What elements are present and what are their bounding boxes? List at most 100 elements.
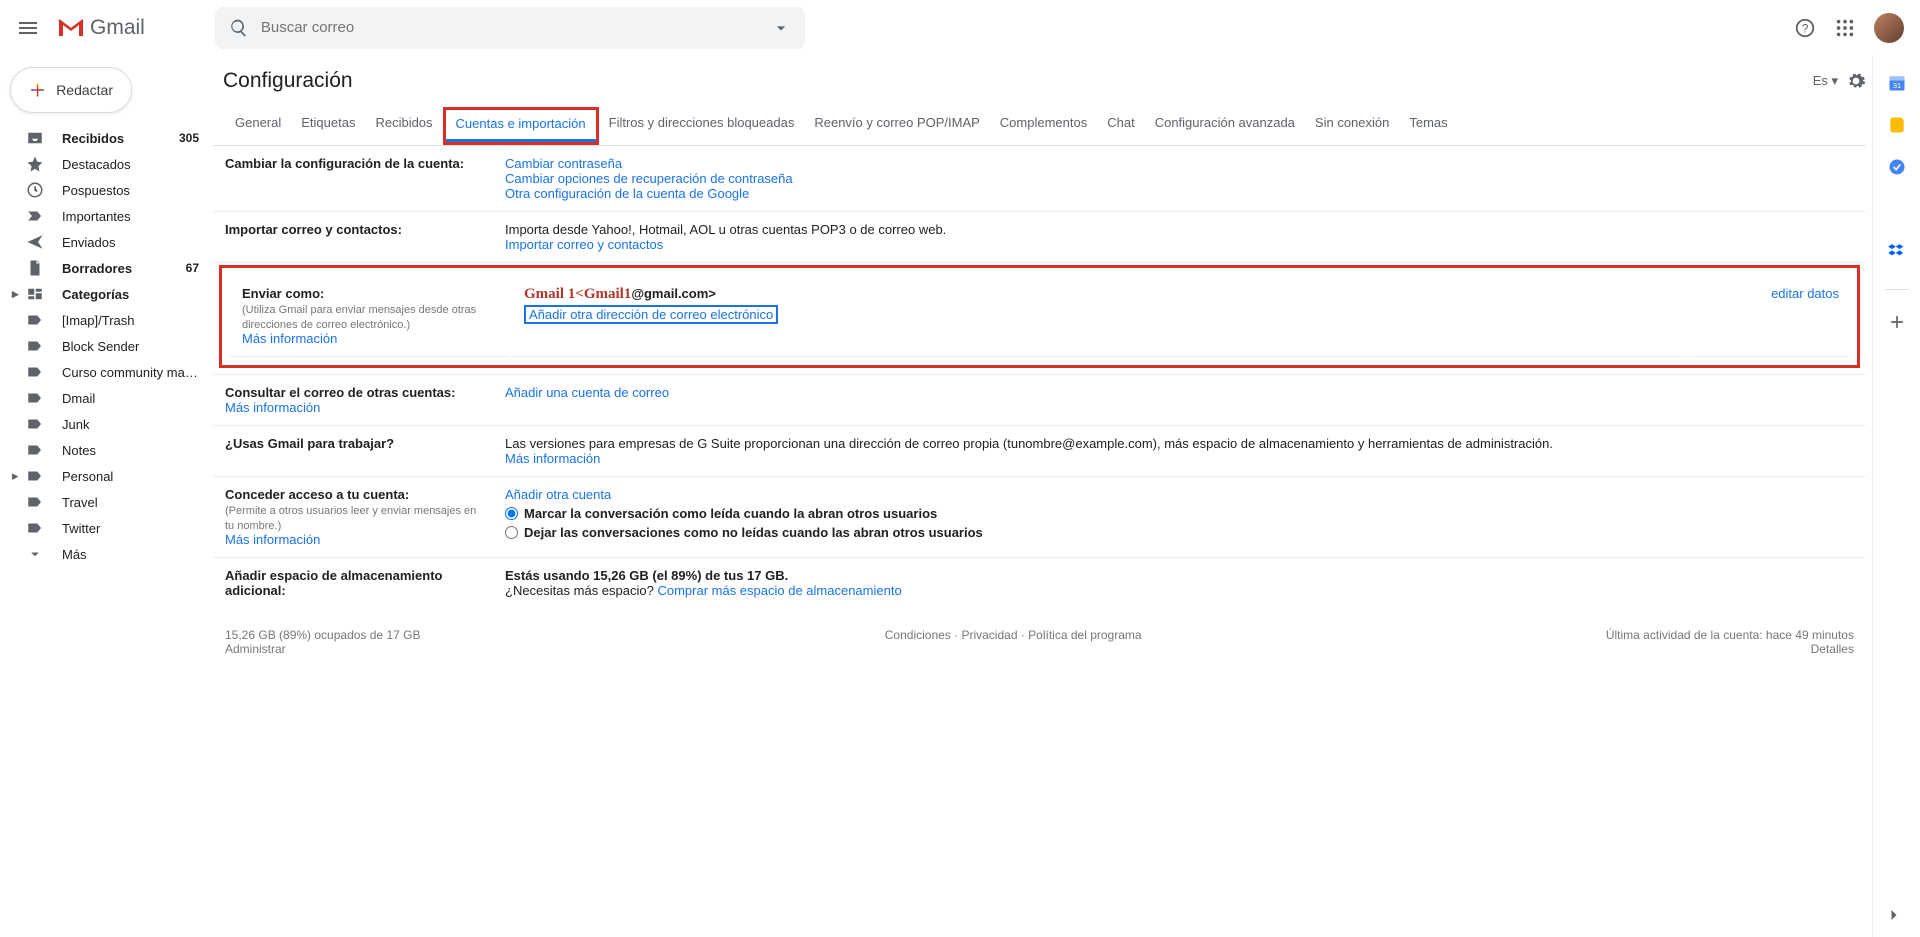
user-avatar[interactable] [1874, 13, 1904, 43]
sidebar-item-11[interactable]: ▸Junk [0, 411, 213, 437]
import-mail-link[interactable]: Importar correo y contactos [505, 237, 663, 252]
import-desc: Importa desde Yahoo!, Hotmail, AOL u otr… [505, 222, 946, 237]
compose-button[interactable]: Redactar [10, 67, 132, 113]
send-as-email-domain: @gmail.com> [631, 286, 716, 301]
sidebar-item-9[interactable]: ▸Curso community mana... [0, 359, 213, 385]
section-grant-title: Conceder acceso a tu cuenta: [225, 487, 409, 502]
sent-icon [26, 233, 44, 251]
add-another-address-link[interactable]: Añadir otra dirección de correo electrón… [524, 305, 778, 324]
tab-filtros-y-direcciones-bloqueadas[interactable]: Filtros y direcciones bloqueadas [599, 107, 805, 145]
label-icon [26, 311, 44, 329]
dropbox-icon[interactable] [1887, 241, 1907, 261]
add-addon-icon[interactable] [1887, 312, 1907, 332]
search-input[interactable] [261, 19, 771, 36]
footer-privacy-link[interactable]: Privacidad [961, 628, 1017, 642]
sidebar-item-13[interactable]: ▸Personal [0, 463, 213, 489]
tab-etiquetas[interactable]: Etiquetas [291, 107, 365, 145]
svg-text:31: 31 [1892, 81, 1900, 90]
menu-icon[interactable] [16, 16, 40, 40]
apps-grid-icon[interactable] [1834, 17, 1856, 39]
gmail-m-icon [58, 18, 84, 38]
gmail-logo[interactable]: Gmail [58, 16, 145, 40]
header: Gmail ? [0, 0, 1920, 55]
tasks-icon[interactable] [1887, 157, 1907, 177]
sidebar-item-label: Destacados [62, 157, 199, 172]
sidebar-item-10[interactable]: ▸Dmail [0, 385, 213, 411]
label-icon [26, 363, 44, 381]
send-as-email-local: Gmail1 [584, 286, 632, 302]
tab-reenv-o-y-correo-pop-imap[interactable]: Reenvío y correo POP/IMAP [804, 107, 989, 145]
gear-icon[interactable] [1846, 71, 1866, 91]
keep-icon[interactable] [1887, 115, 1907, 135]
sidebar-item-1[interactable]: ▸Destacados [0, 151, 213, 177]
grant-radio-read[interactable] [505, 507, 518, 520]
sidebar-item-6[interactable]: ▸Categorías [0, 281, 213, 307]
chevron-right-icon[interactable] [1884, 905, 1904, 925]
sidebar-item-label: Travel [62, 495, 199, 510]
search-options-icon[interactable] [771, 18, 791, 38]
sidebar-item-12[interactable]: ▸Notes [0, 437, 213, 463]
other-google-settings-link[interactable]: Otra configuración de la cuenta de Googl… [505, 186, 749, 201]
sidebar-item-label: Block Sender [62, 339, 199, 354]
calendar-icon[interactable]: 31 [1887, 73, 1907, 93]
gsuite-desc: Las versiones para empresas de G Suite p… [505, 436, 1553, 451]
sidebar-item-16[interactable]: ▸Más [0, 541, 213, 567]
tab-complementos[interactable]: Complementos [990, 107, 1097, 145]
label-icon [26, 493, 44, 511]
edit-send-as-link[interactable]: editar datos [1771, 286, 1839, 301]
footer-details-link[interactable]: Detalles [1811, 642, 1854, 656]
sidebar-item-7[interactable]: ▸[Imap]/Trash [0, 307, 213, 333]
search-bar[interactable] [215, 7, 805, 49]
sidebar-item-label: Pospuestos [62, 183, 199, 198]
tab-recibidos[interactable]: Recibidos [365, 107, 442, 145]
sidebar-item-3[interactable]: ▸Importantes [0, 203, 213, 229]
side-panel: 31 [1872, 55, 1920, 937]
sidebar-item-4[interactable]: ▸Enviados [0, 229, 213, 255]
help-icon[interactable]: ? [1794, 17, 1816, 39]
check-other-more-link[interactable]: Más información [225, 400, 320, 415]
buy-storage-link[interactable]: Comprar más espacio de almacenamiento [657, 583, 901, 598]
tab-configuraci-n-avanzada[interactable]: Configuración avanzada [1145, 107, 1305, 145]
sidebar-item-15[interactable]: ▸Twitter [0, 515, 213, 541]
grant-radio-read-label: Marcar la conversación como leída cuando… [524, 506, 937, 521]
label-icon [26, 467, 44, 485]
add-mail-account-link[interactable]: Añadir una cuenta de correo [505, 385, 669, 400]
tab-chat[interactable]: Chat [1097, 107, 1144, 145]
sidebar-item-count: 305 [179, 131, 199, 145]
label-icon [26, 519, 44, 537]
tab-cuentas-e-importaci-n[interactable]: Cuentas e importación [443, 107, 599, 145]
grant-radio-unread[interactable] [505, 526, 518, 539]
grant-radio-unread-label: Dejar las conversaciones como no leídas … [524, 525, 983, 540]
tab-general[interactable]: General [225, 107, 291, 145]
tab-temas[interactable]: Temas [1399, 107, 1457, 145]
sidebar-item-14[interactable]: ▸Travel [0, 489, 213, 515]
plus-icon [29, 79, 46, 101]
star-icon [26, 155, 44, 173]
grant-add-account-link[interactable]: Añadir otra cuenta [505, 487, 611, 502]
footer-terms-link[interactable]: Condiciones [885, 628, 951, 642]
section-storage-title: Añadir espacio de almacenamiento adicion… [225, 568, 442, 598]
label-icon [26, 415, 44, 433]
send-as-more-link[interactable]: Más información [242, 331, 337, 346]
sidebar-item-label: Categorías [62, 287, 199, 302]
footer-policy-link[interactable]: Política del programa [1028, 628, 1141, 642]
change-recovery-link[interactable]: Cambiar opciones de recuperación de cont… [505, 171, 793, 186]
gsuite-more-link[interactable]: Más información [505, 451, 600, 466]
section-send-as-title: Enviar como: [242, 286, 324, 301]
sidebar-item-2[interactable]: ▸Pospuestos [0, 177, 213, 203]
sidebar-item-8[interactable]: ▸Block Sender [0, 333, 213, 359]
sidebar-item-5[interactable]: ▸Borradores67 [0, 255, 213, 281]
grant-more-link[interactable]: Más información [225, 532, 320, 547]
search-icon[interactable] [229, 18, 249, 38]
lang-selector[interactable]: Es ▾ [1813, 73, 1838, 89]
change-password-link[interactable]: Cambiar contraseña [505, 156, 622, 171]
tab-sin-conexi-n[interactable]: Sin conexión [1305, 107, 1399, 145]
sidebar-item-0[interactable]: ▸Recibidos305 [0, 125, 213, 151]
draft-icon [26, 259, 44, 277]
footer-manage-link[interactable]: Administrar [225, 642, 286, 656]
sidebar-item-label: Twitter [62, 521, 199, 536]
gmail-text: Gmail [90, 16, 145, 40]
footer-activity: Última actividad de la cuenta: hace 49 m… [1606, 628, 1854, 642]
footer: 15,26 GB (89%) ocupados de 17 GB Adminis… [213, 608, 1866, 676]
grant-subtitle: (Permite a otros usuarios leer y enviar … [225, 505, 476, 532]
